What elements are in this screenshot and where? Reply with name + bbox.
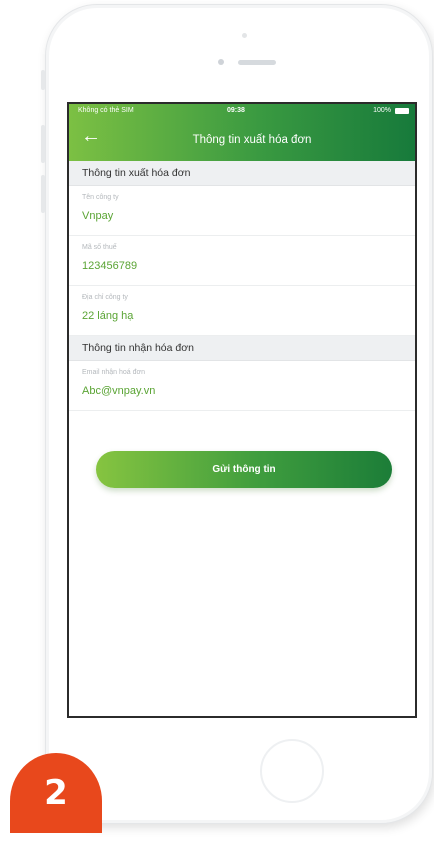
field-label: Địa chỉ công ty	[82, 294, 128, 301]
app-header: Không có thẻ SIM 09:38 100% ← Thông tin …	[69, 104, 415, 161]
field-label: Tên công ty	[82, 194, 119, 201]
field-value[interactable]: 22 láng hạ	[82, 310, 133, 322]
mute-switch	[41, 70, 45, 90]
field-value[interactable]: 123456789	[82, 260, 137, 272]
camera-dot	[242, 33, 247, 38]
battery-icon	[395, 108, 409, 114]
front-sensor	[218, 59, 224, 65]
battery-percent: 100%	[373, 107, 391, 114]
field-value[interactable]: Abc@vnpay.vn	[82, 385, 155, 397]
carrier-label: Không có thẻ SIM	[78, 107, 134, 114]
email-field[interactable]: Email nhận hoá đơn Abc@vnpay.vn	[69, 361, 415, 411]
field-value[interactable]: Vnpay	[82, 210, 113, 222]
status-bar: Không có thẻ SIM 09:38 100%	[69, 106, 415, 118]
field-label: Mã số thuế	[82, 244, 117, 251]
earpiece-speaker	[238, 60, 276, 65]
invoice-section-title: Thông tin xuất hóa đơn	[69, 161, 415, 186]
volume-down-button	[41, 175, 45, 213]
submit-button[interactable]: Gửi thông tin	[96, 451, 392, 488]
app-screen: Không có thẻ SIM 09:38 100% ← Thông tin …	[67, 102, 417, 718]
clock: 09:38	[227, 107, 245, 114]
tax-code-field[interactable]: Mã số thuế 123456789	[69, 236, 415, 286]
page-title: Thông tin xuất hóa đơn	[192, 134, 312, 146]
volume-up-button	[41, 125, 45, 163]
company-address-field[interactable]: Địa chỉ công ty 22 láng hạ	[69, 286, 415, 336]
field-label: Email nhận hoá đơn	[82, 369, 145, 376]
company-name-field[interactable]: Tên công ty Vnpay	[69, 186, 415, 236]
home-button[interactable]	[260, 739, 324, 803]
receive-section-title: Thông tin nhận hóa đơn	[69, 336, 415, 361]
